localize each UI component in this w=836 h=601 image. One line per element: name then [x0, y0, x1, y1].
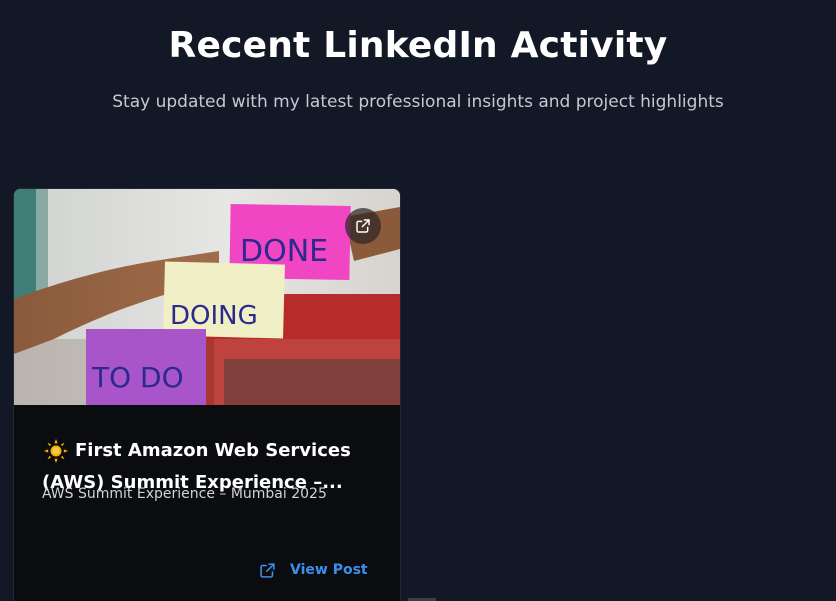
svg-text:DONE: DONE	[240, 234, 328, 269]
post-subtitle: AWS Summit Experience – Mumbai 2025	[42, 486, 327, 502]
external-link-icon	[259, 562, 276, 579]
view-post-label: View Post	[290, 562, 368, 578]
open-external-button[interactable]	[345, 208, 381, 244]
section-subtitle: Stay updated with my latest professional…	[112, 92, 724, 112]
section-title: Recent LinkedIn Activity	[168, 25, 668, 66]
view-post-link[interactable]: View Post	[259, 559, 368, 581]
post-title-line-1: First Amazon Web Services	[75, 440, 351, 461]
linkedin-post-card[interactable]: DONE DOING TO DO First Amazon Web Servic…	[13, 188, 401, 601]
sticky-notes-photo: DONE DOING TO DO	[14, 189, 400, 405]
linkedin-activity-section: Recent LinkedIn Activity Stay updated wi…	[0, 0, 836, 601]
svg-text:DOING: DOING	[170, 301, 258, 331]
post-image: DONE DOING TO DO	[14, 189, 400, 405]
svg-text:TO DO: TO DO	[91, 361, 184, 394]
external-link-icon	[356, 219, 370, 233]
